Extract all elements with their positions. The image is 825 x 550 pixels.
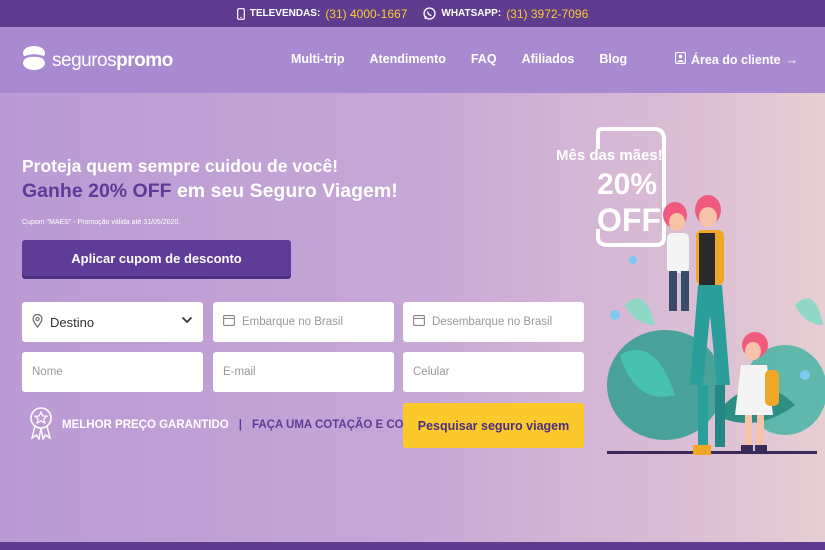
destination-value: Destino (50, 314, 95, 330)
name-field[interactable]: Nome (22, 352, 203, 392)
nav-item-afiliados[interactable]: Afiliados (522, 52, 575, 66)
phone-icon (236, 7, 245, 20)
email-placeholder: E-mail (223, 366, 256, 378)
logo-icon (22, 45, 46, 76)
whatsapp-icon (423, 7, 437, 20)
user-icon (675, 52, 686, 67)
client-area-link[interactable]: Área do cliente → (675, 52, 798, 67)
disembark-date-field[interactable]: Desembarque no Brasil (403, 302, 584, 342)
embark-placeholder: Embarque no Brasil (242, 316, 343, 328)
brand-logo[interactable]: segurospromo (22, 45, 173, 76)
hero-subheadline: Ganhe 20% OFF em seu Seguro Viagem! (22, 180, 398, 203)
best-price-text: MELHOR PREÇO GARANTIDO (62, 418, 229, 431)
embark-date-field[interactable]: Embarque no Brasil (213, 302, 394, 342)
brand-name-light: seguros (52, 49, 117, 71)
chevron-down-icon (181, 314, 193, 329)
client-area-label: Área do cliente (691, 52, 781, 67)
arrow-right-icon: → (785, 52, 799, 67)
televendas-number[interactable]: (31) 4000-1667 (325, 7, 407, 21)
nav-item-blog[interactable]: Blog (599, 52, 627, 66)
destination-select[interactable]: Destino (22, 302, 203, 342)
televendas-contact[interactable]: TELEVENDAS: (31) 4000-1667 (236, 7, 407, 21)
mother-children-illustration (607, 195, 825, 455)
discount-highlight: Ganhe 20% OFF (22, 180, 172, 202)
nav-item-multi-trip[interactable]: Multi-trip (291, 52, 344, 66)
hero-headline: Proteja quem sempre cuidou de você! (22, 156, 339, 176)
email-field[interactable]: E-mail (213, 352, 394, 392)
whatsapp-contact[interactable]: WHATSAPP: (31) 3972-7096 (423, 7, 588, 21)
calendar-icon (223, 315, 235, 329)
whatsapp-number[interactable]: (31) 3972-7096 (506, 7, 588, 21)
phone-placeholder: Celular (413, 366, 450, 378)
coupon-note: Cupom "MAES" - Promoção válida até 31/05… (22, 219, 181, 226)
brand-name-bold: promo (116, 49, 173, 71)
location-pin-icon (32, 313, 43, 331)
name-placeholder: Nome (32, 366, 63, 378)
nav-menu: Multi-trip Atendimento FAQ Afiliados Blo… (291, 52, 627, 66)
separator: | (238, 418, 242, 431)
search-insurance-button[interactable]: Pesquisar seguro viagem (403, 403, 584, 448)
bottom-bar (0, 542, 825, 550)
apply-coupon-button[interactable]: Aplicar cupom de desconto (22, 240, 291, 276)
whatsapp-label: WHATSAPP: (441, 8, 502, 19)
televendas-label: TELEVENDAS: (249, 8, 321, 19)
phone-field[interactable]: Celular (403, 352, 584, 392)
award-badge-icon (28, 406, 54, 443)
nav-item-atendimento[interactable]: Atendimento (369, 52, 445, 66)
guarantee-row: MELHOR PREÇO GARANTIDO | FAÇA UMA COTAÇÃ… (28, 406, 442, 443)
promo-title: Mês das mães! (556, 147, 663, 164)
contact-bar: TELEVENDAS: (31) 4000-1667 WHATSAPP: (31… (0, 0, 825, 27)
calendar-icon (413, 315, 425, 329)
disembark-placeholder: Desembarque no Brasil (432, 316, 553, 328)
subheadline-suffix: em seu Seguro Viagem! (171, 180, 398, 202)
nav-item-faq[interactable]: FAQ (471, 52, 497, 66)
main-nav: segurospromo Multi-trip Atendimento FAQ … (0, 27, 825, 93)
